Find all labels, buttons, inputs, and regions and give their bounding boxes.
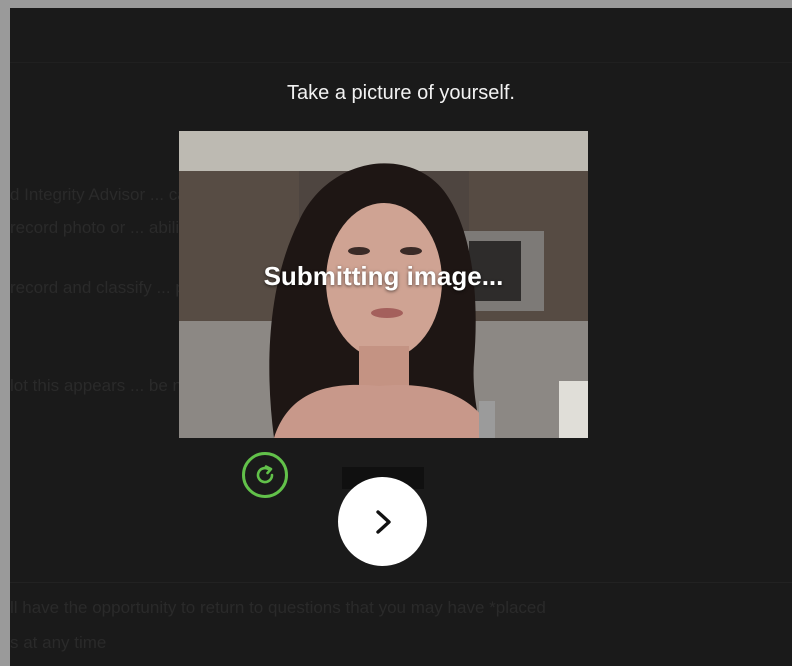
background-text-line: s at any time — [10, 633, 107, 652]
refresh-icon — [256, 465, 274, 484]
webcam-snapshot: Submitting image... — [179, 131, 588, 438]
background-text-line: ll have the opportunity to return to que… — [10, 598, 546, 617]
capture-instructions: Take a picture of yourself. — [287, 82, 515, 104]
submitting-status: Submitting image... — [263, 261, 504, 291]
capture-modal: d Integrity Advisor ... camera/microphon… — [10, 8, 792, 666]
next-button[interactable] — [338, 477, 427, 566]
divider — [10, 62, 792, 63]
chevron-right-icon — [375, 509, 391, 534]
retake-button[interactable] — [242, 452, 288, 498]
divider — [10, 582, 792, 583]
